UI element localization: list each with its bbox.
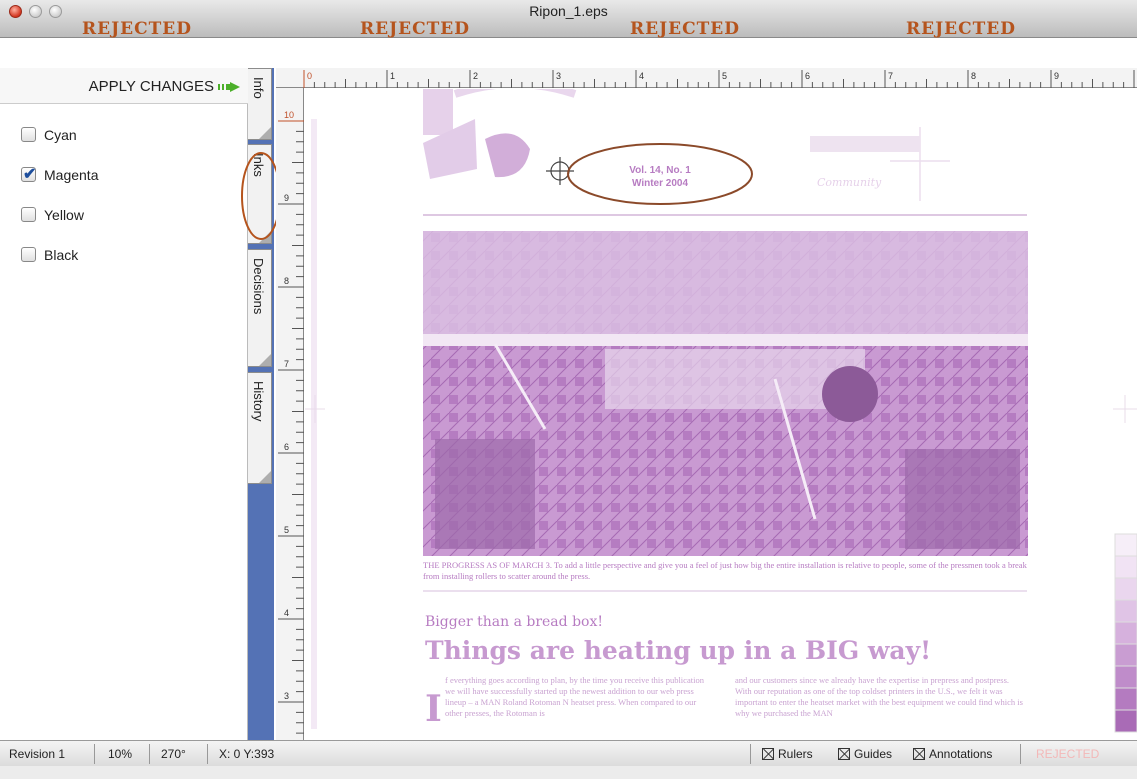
margin-slug xyxy=(311,119,317,729)
rejected-stamp: REJECTED xyxy=(630,19,740,39)
toggle-rulers[interactable]: Rulers xyxy=(762,747,813,761)
divider xyxy=(750,744,751,764)
ruler-label: 6 xyxy=(284,442,289,452)
tab-label: History xyxy=(251,381,266,422)
tab-info[interactable]: Info xyxy=(248,68,272,140)
rejected-stamp: REJECTED xyxy=(906,19,1016,39)
checkmark-icon: ✔ xyxy=(23,166,37,183)
vertical-ruler[interactable]: 10 9 8 7 6 5 4 3 xyxy=(276,88,304,740)
body-column-2: and our customers since we already have … xyxy=(735,675,1023,718)
tab-fold xyxy=(259,471,271,483)
article-headline: Things are heating up in a BIG way! xyxy=(425,636,931,665)
color-control-bar xyxy=(1114,533,1137,733)
ink-checkbox-magenta[interactable]: ✔ Magenta xyxy=(21,165,221,185)
divider xyxy=(1020,744,1021,764)
ruler-label: 10 xyxy=(284,110,294,120)
vertical-ruler-ticks: 10 9 8 7 6 5 4 3 xyxy=(278,110,304,734)
tab-fold xyxy=(259,354,271,366)
tab-fold xyxy=(259,127,271,139)
divider xyxy=(207,744,208,764)
revision-selector[interactable]: Revision 1 xyxy=(9,747,65,761)
status-bar: Revision 1 10% 270° X: 0 Y:393 Rulers Gu… xyxy=(0,740,1137,766)
ruler-label: 8 xyxy=(284,276,289,286)
ripon-brand-logo: Community xyxy=(810,127,950,201)
rejected-stamp: REJECTED xyxy=(360,19,470,39)
tab-decisions[interactable]: Decisions xyxy=(248,249,272,367)
toggle-guides[interactable]: Guides xyxy=(838,747,892,761)
body-column-1-frame: f everything goes according to plan, by … xyxy=(445,675,704,718)
ink-label: Black xyxy=(44,247,79,263)
horizontal-ruler-ticks: 012345678910 xyxy=(303,70,1135,88)
brand-script: Community xyxy=(817,176,882,189)
window-title: Ripon_1.eps xyxy=(529,3,608,19)
checkbox-x-icon xyxy=(913,748,925,760)
body-column-1: f everything goes according to plan, by … xyxy=(445,675,704,718)
divider xyxy=(149,744,150,764)
document-canvas[interactable]: Vol. 14, No. 1 Winter 2004 Community THE… xyxy=(305,89,1137,740)
inks-panel: APPLY CHANGES Cyan ✔ Magenta Yellow Blac… xyxy=(0,68,248,740)
checkbox-x-icon xyxy=(762,748,774,760)
checkbox-x-icon xyxy=(838,748,850,760)
issue-season: Winter 2004 xyxy=(632,178,688,189)
checkbox[interactable]: ✔ xyxy=(21,166,37,183)
apply-changes-label: APPLY CHANGES xyxy=(88,78,214,95)
ink-checkbox-cyan[interactable]: Cyan xyxy=(21,125,221,145)
tab-label: Info xyxy=(251,77,266,99)
checkbox[interactable] xyxy=(21,207,36,222)
press-installation-photo xyxy=(423,231,1028,556)
horizontal-ruler[interactable]: 012345678910 xyxy=(276,68,1137,88)
ink-checkbox-black[interactable]: Black xyxy=(21,245,221,265)
ruler-label: 6 xyxy=(805,71,810,81)
ink-label: Cyan xyxy=(44,127,77,143)
tab-history[interactable]: History xyxy=(248,372,272,484)
issue-number: Vol. 14, No. 1 xyxy=(629,165,691,176)
ruler-label: 5 xyxy=(284,525,289,535)
ink-checkbox-yellow[interactable]: Yellow xyxy=(21,205,221,225)
checkbox[interactable] xyxy=(21,247,36,262)
ink-label: Yellow xyxy=(44,207,84,223)
green-arrow-icon xyxy=(218,82,240,92)
rulers-label: Rulers xyxy=(778,747,813,761)
window-titlebar: Ripon_1.eps REJECTED REJECTED REJECTED R… xyxy=(0,0,1137,39)
cursor-coordinates: X: 0 Y:393 xyxy=(219,747,275,761)
ruler-label: 7 xyxy=(888,71,893,81)
approval-status: REJECTED xyxy=(1036,747,1100,761)
photo-caption-frame: THE PROGRESS AS OF MARCH 3. To add a lit… xyxy=(423,560,1027,581)
toggle-annotations[interactable]: Annotations xyxy=(913,747,992,761)
body-column-2-frame: and our customers since we already have … xyxy=(735,675,1023,718)
ruler-label: 1 xyxy=(390,71,395,81)
ruler-label: 3 xyxy=(556,71,561,81)
photo-caption: THE PROGRESS AS OF MARCH 3. To add a lit… xyxy=(423,560,1027,581)
rejected-stamp: REJECTED xyxy=(82,19,192,39)
checkbox[interactable] xyxy=(21,127,36,142)
ruler-label: 8 xyxy=(971,71,976,81)
ruler-label: 7 xyxy=(284,359,289,369)
ruler-label: 4 xyxy=(284,608,289,618)
ruler-label: 0 xyxy=(307,71,312,81)
ruler-label: 2 xyxy=(473,71,478,81)
rotation-value[interactable]: 270° xyxy=(161,747,186,761)
ruler-label: 3 xyxy=(284,691,289,701)
ruler-label: 5 xyxy=(722,71,727,81)
document-page: Vol. 14, No. 1 Winter 2004 Community THE… xyxy=(305,89,1137,733)
window-bottom-edge xyxy=(0,766,1137,779)
divider xyxy=(94,744,95,764)
zoom-level[interactable]: 10% xyxy=(108,747,132,761)
apply-changes-button[interactable]: APPLY CHANGES xyxy=(0,68,248,104)
ruler-label: 9 xyxy=(284,193,289,203)
ruler-label: 9 xyxy=(1054,71,1059,81)
ruler-label: 4 xyxy=(639,71,644,81)
ink-label: Magenta xyxy=(44,167,99,183)
tab-label: Decisions xyxy=(251,258,266,315)
guides-label: Guides xyxy=(854,747,893,761)
article-kicker: Bigger than a bread box! xyxy=(425,614,603,630)
annotations-label: Annotations xyxy=(929,747,993,761)
